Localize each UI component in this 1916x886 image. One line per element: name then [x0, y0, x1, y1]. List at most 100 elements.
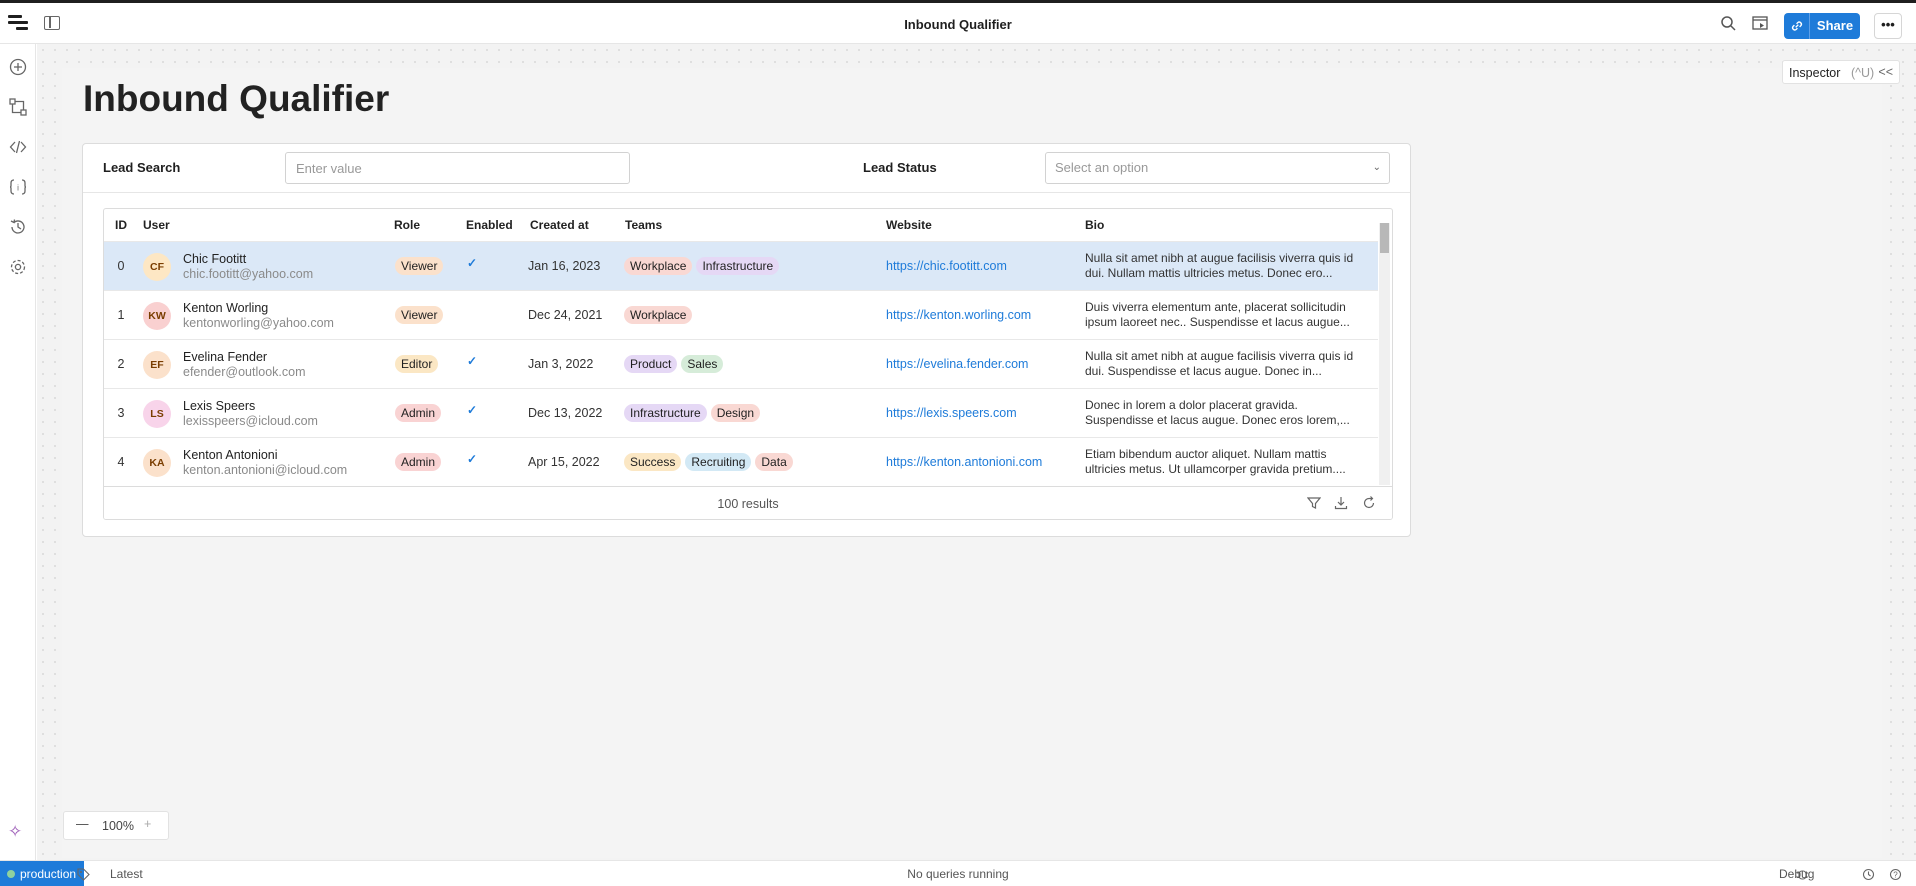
team-tag: Design [710, 404, 761, 422]
teams-cell: Success Recruiting Data [624, 453, 797, 471]
inspector-label: Inspector [1789, 66, 1841, 80]
table-row[interactable]: 0 CF Chic Footitt chic.footitt@yahoo.com Vie… [104, 241, 1378, 290]
more-options-button[interactable]: ••• [1874, 13, 1902, 39]
column-header-id[interactable]: ID [115, 218, 127, 232]
website-link[interactable]: https://evelina.fender.com [886, 357, 1028, 371]
history-status-icon[interactable] [1862, 868, 1875, 881]
bio-text: Etiam bibendum auctor aliquet. Nullam ma… [1085, 447, 1346, 476]
table-footer: 100 results [104, 486, 1392, 519]
status-bar: production Latest No queries running Deb… [0, 860, 1916, 886]
table-row[interactable]: 3 LS Lexis Speers lexisspeers@icloud.com Adm… [104, 388, 1378, 437]
download-icon[interactable] [1334, 496, 1348, 510]
table-scrollbar[interactable] [1379, 223, 1390, 485]
bio-text: Donec in lorem a dolor placerat gravida.… [1085, 398, 1350, 427]
user-name: Lexis Speers [183, 399, 256, 413]
website-link[interactable]: https://lexis.speers.com [886, 406, 1017, 420]
collapse-icon[interactable]: << [1878, 65, 1893, 79]
variables-icon[interactable]: i [9, 178, 27, 196]
column-header-created-at[interactable]: Created at [530, 218, 589, 232]
results-count: 100 results [717, 497, 779, 511]
cell-id: 1 [117, 308, 125, 322]
table-row[interactable]: 1 KW Kenton Worling kentonworling@yahoo.com… [104, 290, 1378, 339]
lead-status-select[interactable]: Select an option ⌄ [1045, 152, 1390, 184]
team-tag: Workplace [624, 306, 693, 324]
created-at: Dec 24, 2021 [528, 308, 603, 322]
zoom-out-button[interactable]: — [76, 817, 89, 831]
table-row[interactable]: 2 EF Evelina Fender efender@outlook.com Edit… [104, 339, 1378, 388]
cell-id: 0 [117, 259, 125, 273]
query-status: No queries running [907, 867, 1009, 881]
filter-icon[interactable] [1307, 496, 1321, 510]
column-header-bio[interactable]: Bio [1085, 218, 1104, 232]
chevron-down-icon: ⌄ [1372, 162, 1381, 173]
role-tag: Viewer [395, 257, 444, 275]
add-icon[interactable] [9, 58, 27, 76]
team-tag: Infrastructure [696, 257, 780, 275]
created-at: Jan 3, 2022 [528, 357, 594, 371]
help-icon[interactable]: ? [1889, 868, 1902, 881]
column-header-user[interactable]: User [143, 218, 170, 232]
workflow-icon[interactable] [9, 98, 27, 116]
website-link[interactable]: https://kenton.worling.com [886, 308, 1031, 322]
enabled-check-icon: ✓ [467, 403, 478, 417]
refresh-icon[interactable] [1362, 496, 1376, 510]
role-tag: Admin [395, 453, 442, 471]
ai-assist-icon[interactable]: ✧ [8, 823, 26, 841]
user-email: lexisspeers@icloud.com [183, 414, 318, 428]
search-icon[interactable] [1720, 15, 1736, 31]
inspector-shortcut: (^U) [1851, 66, 1875, 80]
column-header-website[interactable]: Website [886, 218, 932, 232]
user-name: Kenton Antonioni [183, 448, 278, 462]
table-header: ID User Role Enabled Created at Teams We… [104, 209, 1378, 241]
settings-icon[interactable] [9, 258, 27, 276]
page-title: Inbound Qualifier [83, 78, 390, 119]
top-bar: Inbound Qualifier Share ••• [0, 0, 1916, 44]
column-header-teams[interactable]: Teams [625, 218, 662, 232]
website-link[interactable]: https://chic.footitt.com [886, 259, 1007, 273]
filter-row: Lead Search Lead Status Select an option… [83, 144, 1410, 193]
svg-text:?: ? [1893, 871, 1898, 880]
team-tag: Infrastructure [624, 404, 707, 422]
team-tag: Success [624, 453, 682, 471]
lead-status-placeholder: Select an option [1055, 160, 1149, 175]
svg-text:i: i [17, 184, 19, 193]
table-row[interactable]: 4 KA Kenton Antonioni kenton.antonioni@iclo… [104, 437, 1378, 486]
link-icon [1791, 21, 1803, 31]
enabled-check-icon: ✓ [467, 256, 478, 270]
user-email: kenton.antonioni@icloud.com [183, 463, 348, 477]
table-scrollbar-thumb[interactable] [1380, 223, 1389, 253]
column-header-enabled[interactable]: Enabled [466, 218, 513, 232]
team-tag: Product [624, 355, 678, 373]
inspector-toggle[interactable]: Inspector (^U) << [1782, 60, 1900, 84]
user-email: kentonworling@yahoo.com [183, 316, 334, 330]
preview-icon[interactable] [1752, 16, 1768, 30]
team-tag: Recruiting [685, 453, 752, 471]
created-at: Jan 16, 2023 [528, 259, 601, 273]
enabled-check-icon: ✓ [467, 452, 478, 466]
teams-cell: Workplace [624, 306, 696, 324]
enabled-check-icon: ✓ [467, 354, 478, 368]
debug-label: Debug [1779, 867, 1815, 881]
lead-search-input[interactable] [285, 152, 630, 184]
user-name: Chic Footitt [183, 252, 247, 266]
copy-link-button[interactable] [1784, 13, 1810, 39]
history-icon[interactable] [9, 218, 27, 236]
app-title: Inbound Qualifier [904, 17, 1012, 32]
cell-id: 3 [117, 406, 125, 420]
created-at: Apr 15, 2022 [528, 455, 600, 469]
left-rail: i [0, 44, 36, 860]
lead-status-label: Lead Status [863, 160, 937, 175]
code-icon[interactable] [9, 138, 27, 156]
share-button[interactable]: Share [1810, 13, 1860, 39]
website-link[interactable]: https://kenton.antonioni.com [886, 455, 1042, 469]
zoom-control: — 100% + [63, 811, 169, 840]
avatar: CF [143, 253, 171, 281]
avatar: EF [143, 351, 171, 379]
cell-id: 2 [117, 357, 125, 371]
bio-text: Nulla sit amet nibh at augue facilisis v… [1085, 349, 1354, 378]
team-tag: Sales [681, 355, 724, 373]
column-header-role[interactable]: Role [394, 218, 420, 232]
zoom-in-button[interactable]: + [144, 817, 151, 831]
team-tag: Workplace [624, 257, 693, 275]
avatar: KA [143, 449, 171, 477]
